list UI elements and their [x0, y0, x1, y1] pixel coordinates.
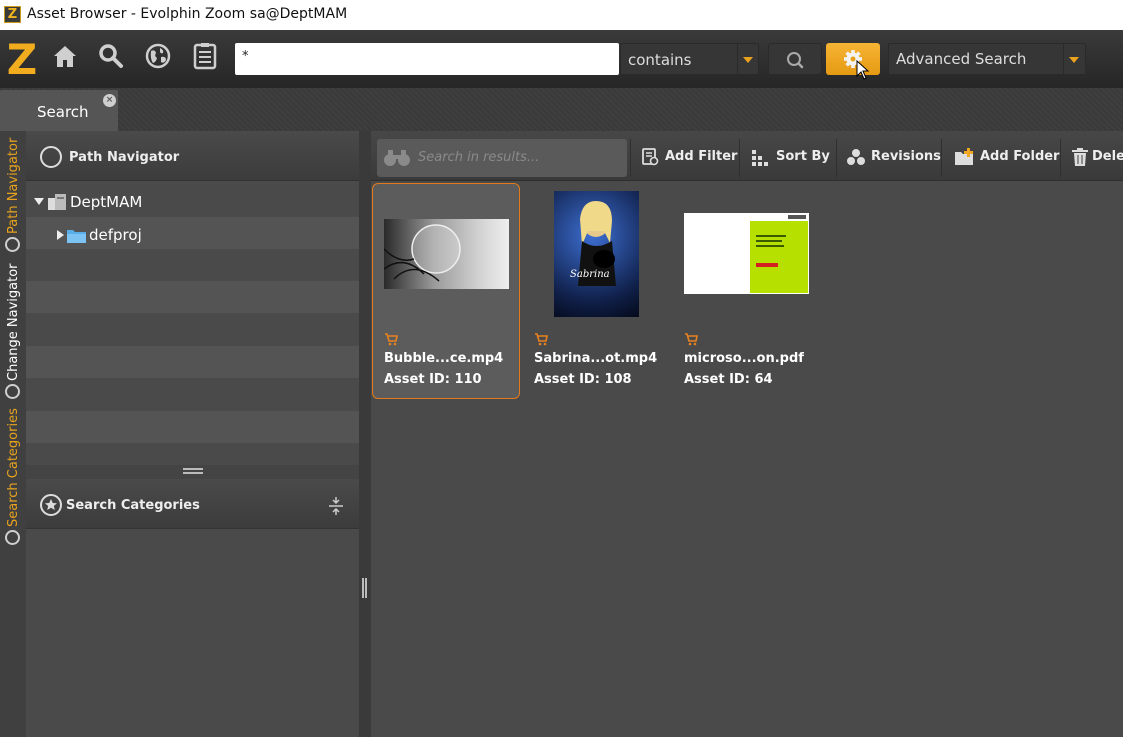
tree-row [26, 313, 359, 345]
drag-handle-icon[interactable] [183, 468, 203, 474]
collapse-icon[interactable] [328, 496, 344, 516]
collapse-arrow-icon[interactable] [57, 230, 64, 240]
asset-card[interactable] [372, 183, 520, 399]
toolbar-separator [836, 139, 837, 177]
search-icon [787, 52, 804, 69]
sort-by-button[interactable]: Sort By [751, 146, 831, 170]
search-icon[interactable] [97, 42, 125, 70]
path-navigator-title: Path Navigator [69, 150, 180, 165]
path-navigator-icon [40, 146, 62, 168]
search-categories-title: Search Categories [66, 498, 200, 513]
tree-item-deptmam[interactable]: DeptMAM [70, 193, 142, 211]
asset-name: Sabrina...ot.mp4 [534, 351, 658, 366]
toolbar-separator [739, 139, 740, 177]
app-icon: Z [4, 6, 21, 23]
toolbar-separator [1060, 139, 1061, 177]
add-filter-label: Add Filter [665, 149, 738, 164]
sort-by-label: Sort By [776, 149, 830, 164]
path-navigator-icon [5, 237, 20, 252]
asset-name: Bubble...ce.mp4 [384, 351, 504, 366]
add-to-cart-icon[interactable] [534, 331, 548, 346]
chevron-down-icon[interactable] [743, 57, 753, 63]
window-title: Asset Browser - Evolphin Zoom sa@DeptMAM [27, 6, 348, 22]
delete-label: Delete [1092, 149, 1123, 164]
toolbar-separator [941, 139, 942, 177]
chevron-down-icon[interactable] [1069, 57, 1079, 63]
dropdown-divider [737, 44, 738, 74]
tree-row [26, 378, 359, 410]
toolbar-separator [630, 139, 631, 177]
tab-label: Search [37, 103, 89, 121]
asset-id: Asset ID: 64 [684, 372, 773, 387]
match-mode-value: contains [628, 51, 692, 69]
tab-strip [0, 88, 1123, 131]
add-to-cart-icon[interactable] [384, 331, 398, 346]
asset-thumbnail[interactable]: Sabrina [554, 191, 639, 317]
tree-row [26, 249, 359, 281]
search-categories-icon [5, 530, 20, 545]
star-icon [40, 494, 62, 516]
side-tab-change-navigator[interactable]: Change Navigator [6, 263, 21, 381]
expand-arrow-icon[interactable] [34, 198, 44, 205]
zoom-logo: Z [6, 35, 38, 84]
side-tab-path-navigator[interactable]: Path Navigator [6, 138, 21, 234]
asset-thumbnail[interactable] [384, 219, 509, 289]
database-icon [47, 193, 67, 211]
globe-icon[interactable] [144, 42, 172, 70]
delete-button[interactable]: Delete [1071, 146, 1123, 170]
asset-thumbnail[interactable] [684, 213, 809, 294]
clipboard-icon[interactable] [191, 42, 219, 70]
mouse-cursor-icon [856, 59, 870, 80]
add-filter-button[interactable]: Add Filter [640, 146, 737, 170]
asset-name: microso...on.pdf [684, 351, 804, 366]
filter-icon [642, 148, 659, 166]
tree-row [26, 411, 359, 443]
vertical-splitter[interactable] [359, 131, 371, 737]
add-folder-label: Add Folder [980, 149, 1060, 164]
asset-id: Asset ID: 108 [534, 372, 632, 387]
revisions-label: Revisions [871, 149, 941, 164]
close-icon[interactable]: × [103, 94, 116, 107]
change-navigator-icon [5, 384, 20, 399]
sort-icon [752, 150, 768, 166]
side-tab-search-categories[interactable]: Search Categories [6, 408, 21, 527]
search-input[interactable]: * [235, 43, 619, 75]
revisions-button[interactable]: Revisions [846, 146, 941, 170]
revisions-icon [847, 149, 865, 165]
tree-item-defproj[interactable]: defproj [89, 226, 142, 244]
tree-row [26, 443, 359, 465]
home-icon[interactable] [51, 42, 79, 70]
add-folder-button[interactable]: Add Folder [954, 146, 1059, 170]
tree-row [26, 281, 359, 313]
binoculars-icon [383, 147, 411, 167]
trash-icon [1072, 148, 1088, 166]
search-categories-body [26, 530, 359, 737]
search-settings-button[interactable] [826, 43, 880, 75]
add-to-cart-icon[interactable] [684, 331, 698, 346]
tree-row [26, 346, 359, 378]
thumbnail-caption: Sabrina [570, 269, 610, 280]
add-folder-icon [955, 148, 973, 165]
search-in-results-placeholder: Search in results... [418, 150, 540, 165]
dropdown-divider [1063, 44, 1064, 74]
drag-handle-icon[interactable] [362, 578, 367, 598]
folder-icon [66, 228, 87, 244]
gear-icon [844, 50, 862, 68]
advanced-search-label: Advanced Search [896, 50, 1027, 68]
search-button[interactable] [768, 43, 822, 75]
asset-id: Asset ID: 110 [384, 372, 482, 387]
